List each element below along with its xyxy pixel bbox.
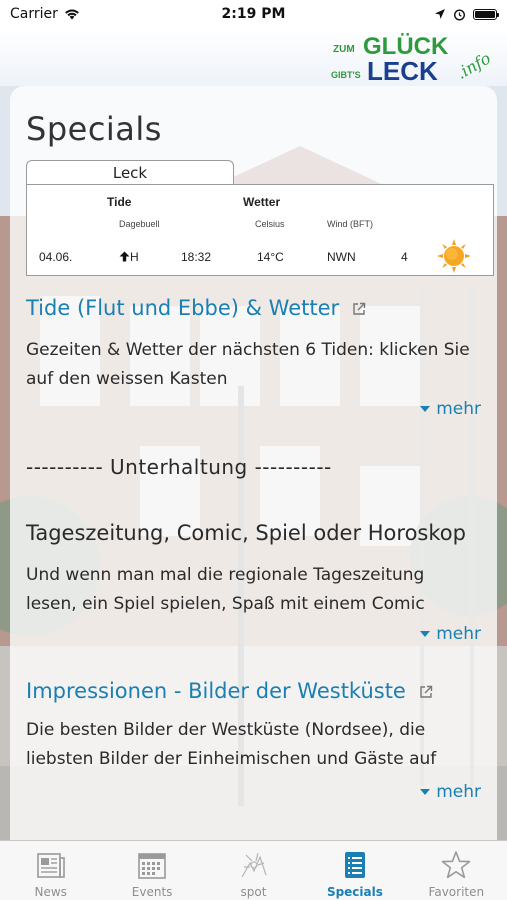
status-right	[434, 8, 499, 21]
caret-down-icon	[420, 789, 431, 795]
impressions-title: Impressionen - Bilder der Westküste	[26, 679, 406, 703]
more-label: mehr	[436, 399, 481, 419]
svg-text:LECK: LECK	[367, 56, 438, 84]
tide-weather-description: Gezeiten & Wetter der nächsten 6 Tiden: …	[26, 336, 486, 394]
external-link-icon	[419, 685, 432, 698]
row-wind-force: 4	[401, 250, 408, 264]
more-label: mehr	[436, 782, 481, 802]
external-link-icon	[353, 302, 366, 315]
newspaper-comic-text-1: Und wenn man mal die regionale Tageszeit…	[26, 565, 425, 585]
svg-text:GIBT'S: GIBT'S	[331, 70, 361, 80]
location-arrow-icon	[435, 9, 445, 19]
tide-weather-link[interactable]: Tide (Flut und Ebbe) & Wetter	[26, 296, 366, 320]
status-bar: Carrier 2:19 PM	[0, 0, 507, 28]
row-date: 04.06.	[39, 250, 73, 264]
impressions-text-2: liebsten Bilder der Einheimischen und Gä…	[26, 749, 437, 769]
newspaper-comic-more-button[interactable]: mehr	[420, 624, 481, 644]
tab-bar: News Events spot Specials Favoriten	[0, 840, 507, 900]
row-wind-dir: NWN	[327, 250, 356, 264]
battery-icon	[473, 8, 499, 20]
tab-spot-label: spot	[240, 885, 267, 899]
calendar-icon	[138, 853, 166, 879]
svg-text:.info: .info	[453, 48, 494, 82]
newspaper-comic-title: Tageszeitung, Comic, Spiel oder Horoskop	[26, 521, 466, 545]
newspaper-icon	[36, 853, 65, 878]
more-label: mehr	[436, 624, 481, 644]
tab-favorites[interactable]: Favoriten	[406, 841, 507, 900]
newspaper-comic-text-2: lesen, ein Spiel spielen, Spaß mit einem…	[26, 594, 425, 614]
spot-icon	[240, 852, 267, 878]
tab-spot[interactable]: spot	[203, 841, 304, 900]
location-tab[interactable]: Leck	[26, 160, 234, 186]
list-icon	[344, 852, 365, 878]
tab-news[interactable]: News	[0, 841, 101, 900]
alarm-icon	[453, 8, 466, 21]
tide-weather-widget[interactable]: Tide Wetter Dagebuell Celsius Wind (BFT)…	[26, 184, 494, 276]
app-header: ZUM GLÜCK GIBT'S LECK .info	[0, 28, 507, 86]
tab-events[interactable]: Events	[101, 841, 202, 900]
tab-news-label: News	[34, 885, 67, 899]
tide-weather-more-button[interactable]: mehr	[420, 399, 481, 419]
tab-favorites-label: Favoriten	[428, 885, 485, 899]
row-tide: H	[119, 250, 139, 264]
tide-weather-text-2: auf den weissen Kasten	[26, 369, 228, 389]
wifi-icon	[64, 9, 79, 20]
tide-weather-title: Tide (Flut und Ebbe) & Wetter	[26, 296, 340, 320]
svg-text:ZUM: ZUM	[333, 44, 355, 55]
status-left: Carrier	[10, 6, 80, 22]
impressions-link[interactable]: Impressionen - Bilder der Westküste	[26, 679, 433, 703]
tab-specials[interactable]: Specials	[304, 841, 405, 900]
wind-sub: Wind (BFT)	[327, 219, 373, 229]
tide-location-sub: Dagebuell	[119, 219, 160, 229]
star-icon	[442, 851, 471, 879]
newspaper-comic-link[interactable]: Tageszeitung, Comic, Spiel oder Horoskop	[26, 521, 466, 545]
sun-icon	[437, 239, 471, 273]
tide-header: Tide	[107, 195, 132, 209]
caret-down-icon	[420, 406, 431, 412]
section-divider-entertainment: ---------- Unterhaltung ----------	[26, 455, 332, 479]
celsius-sub: Celsius	[255, 219, 285, 229]
row-tide-type: H	[130, 250, 139, 264]
impressions-description: Die besten Bilder der Westküste (Nordsee…	[26, 716, 486, 774]
carrier-label: Carrier	[10, 6, 58, 22]
main-content: Specials Leck Tide Wetter Dagebuell Cels…	[0, 86, 507, 840]
page-title: Specials	[26, 110, 162, 148]
newspaper-comic-description: Und wenn man mal die regionale Tageszeit…	[26, 561, 486, 619]
row-time: 18:32	[181, 250, 212, 264]
row-temperature: 14°C	[257, 250, 284, 264]
weather-header: Wetter	[243, 195, 281, 209]
tide-weather-text-1: Gezeiten & Wetter der nächsten 6 Tiden: …	[26, 340, 470, 360]
impressions-more-button[interactable]: mehr	[420, 782, 481, 802]
tide-up-arrow-icon	[119, 251, 130, 262]
caret-down-icon	[420, 631, 431, 637]
tab-events-label: Events	[131, 885, 173, 899]
tab-specials-label: Specials	[326, 885, 383, 899]
app-logo[interactable]: ZUM GLÜCK GIBT'S LECK .info	[329, 30, 499, 84]
battery-fill	[475, 10, 495, 18]
impressions-text-1: Die besten Bilder der Westküste (Nordsee…	[26, 720, 426, 740]
